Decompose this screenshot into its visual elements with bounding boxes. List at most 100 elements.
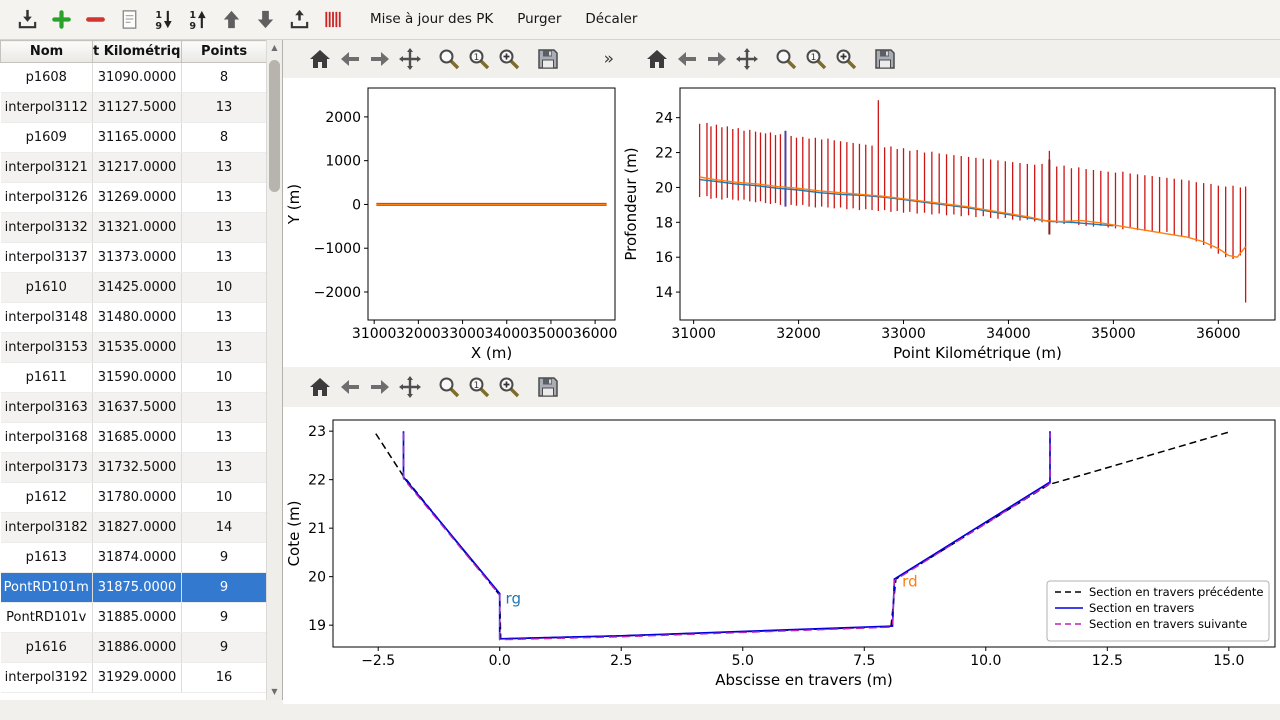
- save-button[interactable]: [533, 44, 563, 74]
- export-icon: [288, 8, 311, 31]
- back-button[interactable]: [335, 372, 365, 402]
- sort-descending-button[interactable]: [146, 4, 180, 36]
- section-chart[interactable]: rgrd−2.50.02.55.07.510.012.515.019202122…: [283, 407, 1280, 700]
- forward-button[interactable]: [365, 44, 395, 74]
- table-row[interactable]: PontRD101m31875.00009: [1, 573, 267, 603]
- cell-nom: p1609: [1, 123, 93, 153]
- table-scrollbar[interactable]: ▲ ▼: [266, 40, 282, 700]
- sort-descending-icon: [152, 8, 175, 31]
- cell-points: 8: [182, 63, 267, 93]
- pan-button[interactable]: [395, 44, 425, 74]
- zoom-in-button[interactable]: [494, 372, 524, 402]
- pan-button[interactable]: [395, 372, 425, 402]
- export-button[interactable]: [282, 4, 316, 36]
- table-row[interactable]: p161331874.00009: [1, 543, 267, 573]
- remove-icon: [84, 8, 107, 31]
- cell-nom: interpol3153: [1, 333, 93, 363]
- table-row[interactable]: interpol313231321.000013: [1, 213, 267, 243]
- svg-text:24: 24: [655, 111, 673, 127]
- plan-figure[interactable]: 310003200033000340003500036000−2000−1000…: [283, 78, 620, 371]
- x-axis-label: X (m): [471, 344, 512, 362]
- table-row[interactable]: interpol316831685.000013: [1, 423, 267, 453]
- table-row[interactable]: interpol311231127.500013: [1, 93, 267, 123]
- profile-figure[interactable]: 3100032000330003400035000360001416182022…: [620, 78, 1280, 371]
- svg-text:22: 22: [655, 146, 673, 162]
- sort-ascending-button[interactable]: [180, 4, 214, 36]
- svg-text:Section en travers suivante: Section en travers suivante: [1089, 617, 1247, 631]
- zoom-original-button[interactable]: [464, 372, 494, 402]
- pan-button[interactable]: [732, 44, 762, 74]
- column-header-points[interactable]: Points: [182, 41, 267, 63]
- import-button[interactable]: [10, 4, 44, 36]
- table-row[interactable]: interpol313731373.000013: [1, 243, 267, 273]
- move-up-button[interactable]: [214, 4, 248, 36]
- column-header-pk[interactable]: t Kilométriqu: [93, 41, 182, 63]
- back-icon: [675, 47, 699, 71]
- cell-points: 13: [182, 453, 267, 483]
- cell-points: 9: [182, 633, 267, 663]
- remove-button[interactable]: [78, 4, 112, 36]
- zoom-original-button[interactable]: [464, 44, 494, 74]
- scrollbar-up-arrow-icon[interactable]: ▲: [267, 40, 282, 56]
- table-row[interactable]: p161131590.000010: [1, 363, 267, 393]
- svg-text:−2000: −2000: [314, 285, 361, 301]
- forward-button[interactable]: [365, 372, 395, 402]
- move-down-button[interactable]: [248, 4, 282, 36]
- scrollbar-thumb[interactable]: [269, 60, 280, 192]
- cell-points: 13: [182, 333, 267, 363]
- y-axis-label: Y (m): [285, 184, 303, 225]
- cell-pk: 31321.0000: [93, 213, 182, 243]
- table-row[interactable]: p160831090.00008: [1, 63, 267, 93]
- table-row[interactable]: interpol312131217.000013: [1, 153, 267, 183]
- column-header-nom[interactable]: Nom: [1, 41, 93, 63]
- home-button[interactable]: [305, 372, 335, 402]
- save-button[interactable]: [533, 372, 563, 402]
- update-pk-button[interactable]: [316, 4, 350, 36]
- menu-decaler[interactable]: Décaler: [573, 0, 649, 40]
- table-row[interactable]: p160931165.00008: [1, 123, 267, 153]
- forward-button[interactable]: [702, 44, 732, 74]
- cell-points: 13: [182, 393, 267, 423]
- svg-text:20: 20: [308, 570, 326, 586]
- home-button[interactable]: [305, 44, 335, 74]
- table-row[interactable]: interpol315331535.000013: [1, 333, 267, 363]
- menu-mise-a-jour-des-pk[interactable]: Mise à jour des PK: [358, 0, 505, 40]
- svg-text:18: 18: [655, 215, 673, 231]
- table-row[interactable]: interpol317331732.500013: [1, 453, 267, 483]
- zoom-in-button[interactable]: [831, 44, 861, 74]
- table-row[interactable]: interpol318231827.000014: [1, 513, 267, 543]
- menu-purger[interactable]: Purger: [505, 0, 573, 40]
- toolbar-overflow[interactable]: »: [604, 49, 614, 69]
- table-row[interactable]: p161631886.00009: [1, 633, 267, 663]
- table-row[interactable]: interpol312631269.000013: [1, 183, 267, 213]
- zoom-in-button[interactable]: [494, 44, 524, 74]
- table-row[interactable]: interpol316331637.500013: [1, 393, 267, 423]
- cell-nom: p1616: [1, 633, 93, 663]
- home-icon: [308, 375, 332, 399]
- zoom-original-button[interactable]: [801, 44, 831, 74]
- profile-chart[interactable]: 3100032000330003400035000360001416182022…: [620, 78, 1280, 367]
- zoom-button[interactable]: [771, 44, 801, 74]
- svg-text:22: 22: [308, 473, 326, 489]
- zoom-icon: [774, 47, 798, 71]
- zoom-button[interactable]: [434, 372, 464, 402]
- x-axis-label: Abscisse en travers (m): [715, 671, 893, 689]
- zoom-button[interactable]: [434, 44, 464, 74]
- home-button[interactable]: [642, 44, 672, 74]
- back-button[interactable]: [672, 44, 702, 74]
- table-row[interactable]: interpol319231929.000016: [1, 663, 267, 693]
- table-row[interactable]: p161231780.000010: [1, 483, 267, 513]
- section-figure[interactable]: rgrd−2.50.02.55.07.510.012.515.019202122…: [283, 407, 1280, 704]
- plan-chart[interactable]: 310003200033000340003500036000−2000−1000…: [283, 78, 620, 367]
- cell-nom: interpol3163: [1, 393, 93, 423]
- table-row[interactable]: interpol314831480.000013: [1, 303, 267, 333]
- save-button[interactable]: [870, 44, 900, 74]
- back-button[interactable]: [335, 44, 365, 74]
- table-row[interactable]: PontRD101v31885.00009: [1, 603, 267, 633]
- edit-button[interactable]: [112, 4, 146, 36]
- svg-text:20: 20: [655, 180, 673, 196]
- svg-text:33000: 33000: [881, 326, 926, 342]
- scrollbar-down-arrow-icon[interactable]: ▼: [267, 684, 282, 700]
- table-row[interactable]: p161031425.000010: [1, 273, 267, 303]
- add-button[interactable]: [44, 4, 78, 36]
